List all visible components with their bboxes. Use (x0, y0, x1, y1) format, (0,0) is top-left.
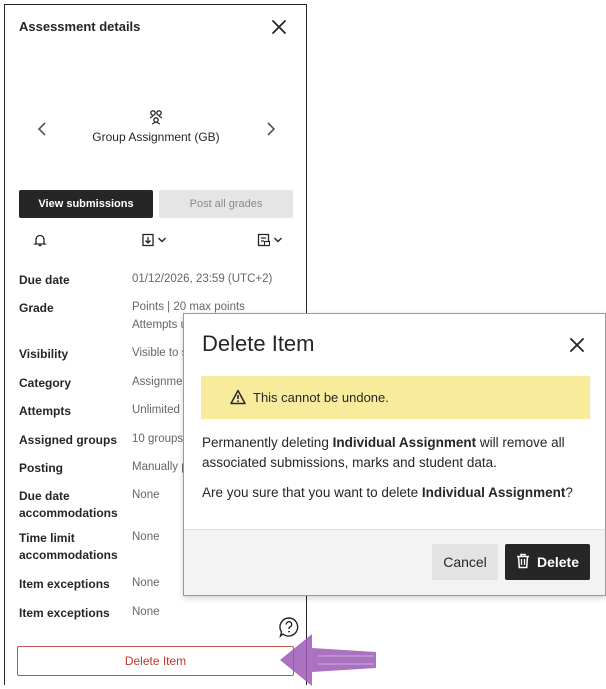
download-icon (141, 233, 155, 247)
notifications-button[interactable] (33, 231, 47, 249)
download-menu-button[interactable] (141, 231, 167, 249)
detail-value: Manually p (132, 461, 188, 473)
detail-value: Visible to s (132, 347, 188, 359)
view-submissions-button[interactable]: View submissions (19, 190, 153, 218)
detail-value: None (132, 577, 160, 589)
dialog-title: Delete Item (202, 331, 315, 356)
group-name: Group Assignment (GB) (92, 130, 220, 144)
delete-button-label: Delete (536, 554, 580, 570)
item-name: Individual Assignment (421, 485, 566, 500)
dialog-footer: Cancel Delete (184, 529, 605, 595)
detail-value: Unlimited (132, 404, 180, 416)
group-icon (148, 109, 164, 125)
detail-value: Assignmen (132, 376, 189, 388)
detail-label: Assigned groups (19, 433, 118, 447)
bell-icon (33, 233, 47, 247)
warning-icon (230, 389, 246, 405)
cancel-button[interactable]: Cancel (432, 544, 498, 580)
dialog-body-text: Permanently deleting Individual Assignme… (202, 435, 565, 470)
detail-label: Due date (19, 273, 70, 287)
panel-title: Assessment details (19, 19, 141, 34)
delete-item-dialog: Delete Item This cannot be undone. Perma… (183, 313, 606, 596)
dialog-confirm-text: Are you sure that you want to delete Ind… (202, 485, 573, 500)
chevron-down-icon (157, 235, 167, 245)
close-icon[interactable] (269, 17, 289, 37)
detail-label: Grade (19, 301, 54, 315)
delete-item-button[interactable]: Delete Item (17, 646, 294, 676)
item-name: Individual Assignment (332, 435, 477, 450)
export-icon (257, 233, 271, 247)
detail-label: Posting (19, 461, 63, 475)
detail-value: Attempts u (132, 319, 187, 331)
detail-value: 01/12/2026, 23:59 (UTC+2) (132, 273, 273, 285)
detail-value: None (132, 489, 160, 501)
detail-label: Category (19, 376, 72, 390)
annotation-arrow (278, 630, 380, 689)
detail-label: Attempts (19, 404, 72, 418)
chevron-right-icon[interactable] (264, 119, 278, 139)
detail-value: None (132, 531, 160, 543)
close-icon[interactable] (568, 336, 586, 354)
detail-value: 10 groups (132, 433, 184, 445)
detail-label: accommodations (19, 548, 118, 562)
detail-label: Visibility (19, 347, 69, 361)
detail-label: Item exceptions (19, 577, 110, 591)
export-menu-button[interactable] (257, 231, 283, 249)
warning-text: This cannot be undone. (253, 390, 389, 405)
trash-icon (516, 553, 530, 572)
detail-label: accommodations (19, 506, 118, 520)
detail-value: None (132, 606, 160, 618)
warning-banner: This cannot be undone. (201, 376, 590, 419)
delete-button[interactable]: Delete (505, 544, 590, 580)
detail-label: Time limit (19, 531, 75, 545)
post-all-grades-button[interactable]: Post all grades (159, 190, 293, 218)
detail-label: Due date (19, 489, 70, 503)
chevron-down-icon (273, 235, 283, 245)
detail-label: Item exceptions (19, 606, 110, 620)
